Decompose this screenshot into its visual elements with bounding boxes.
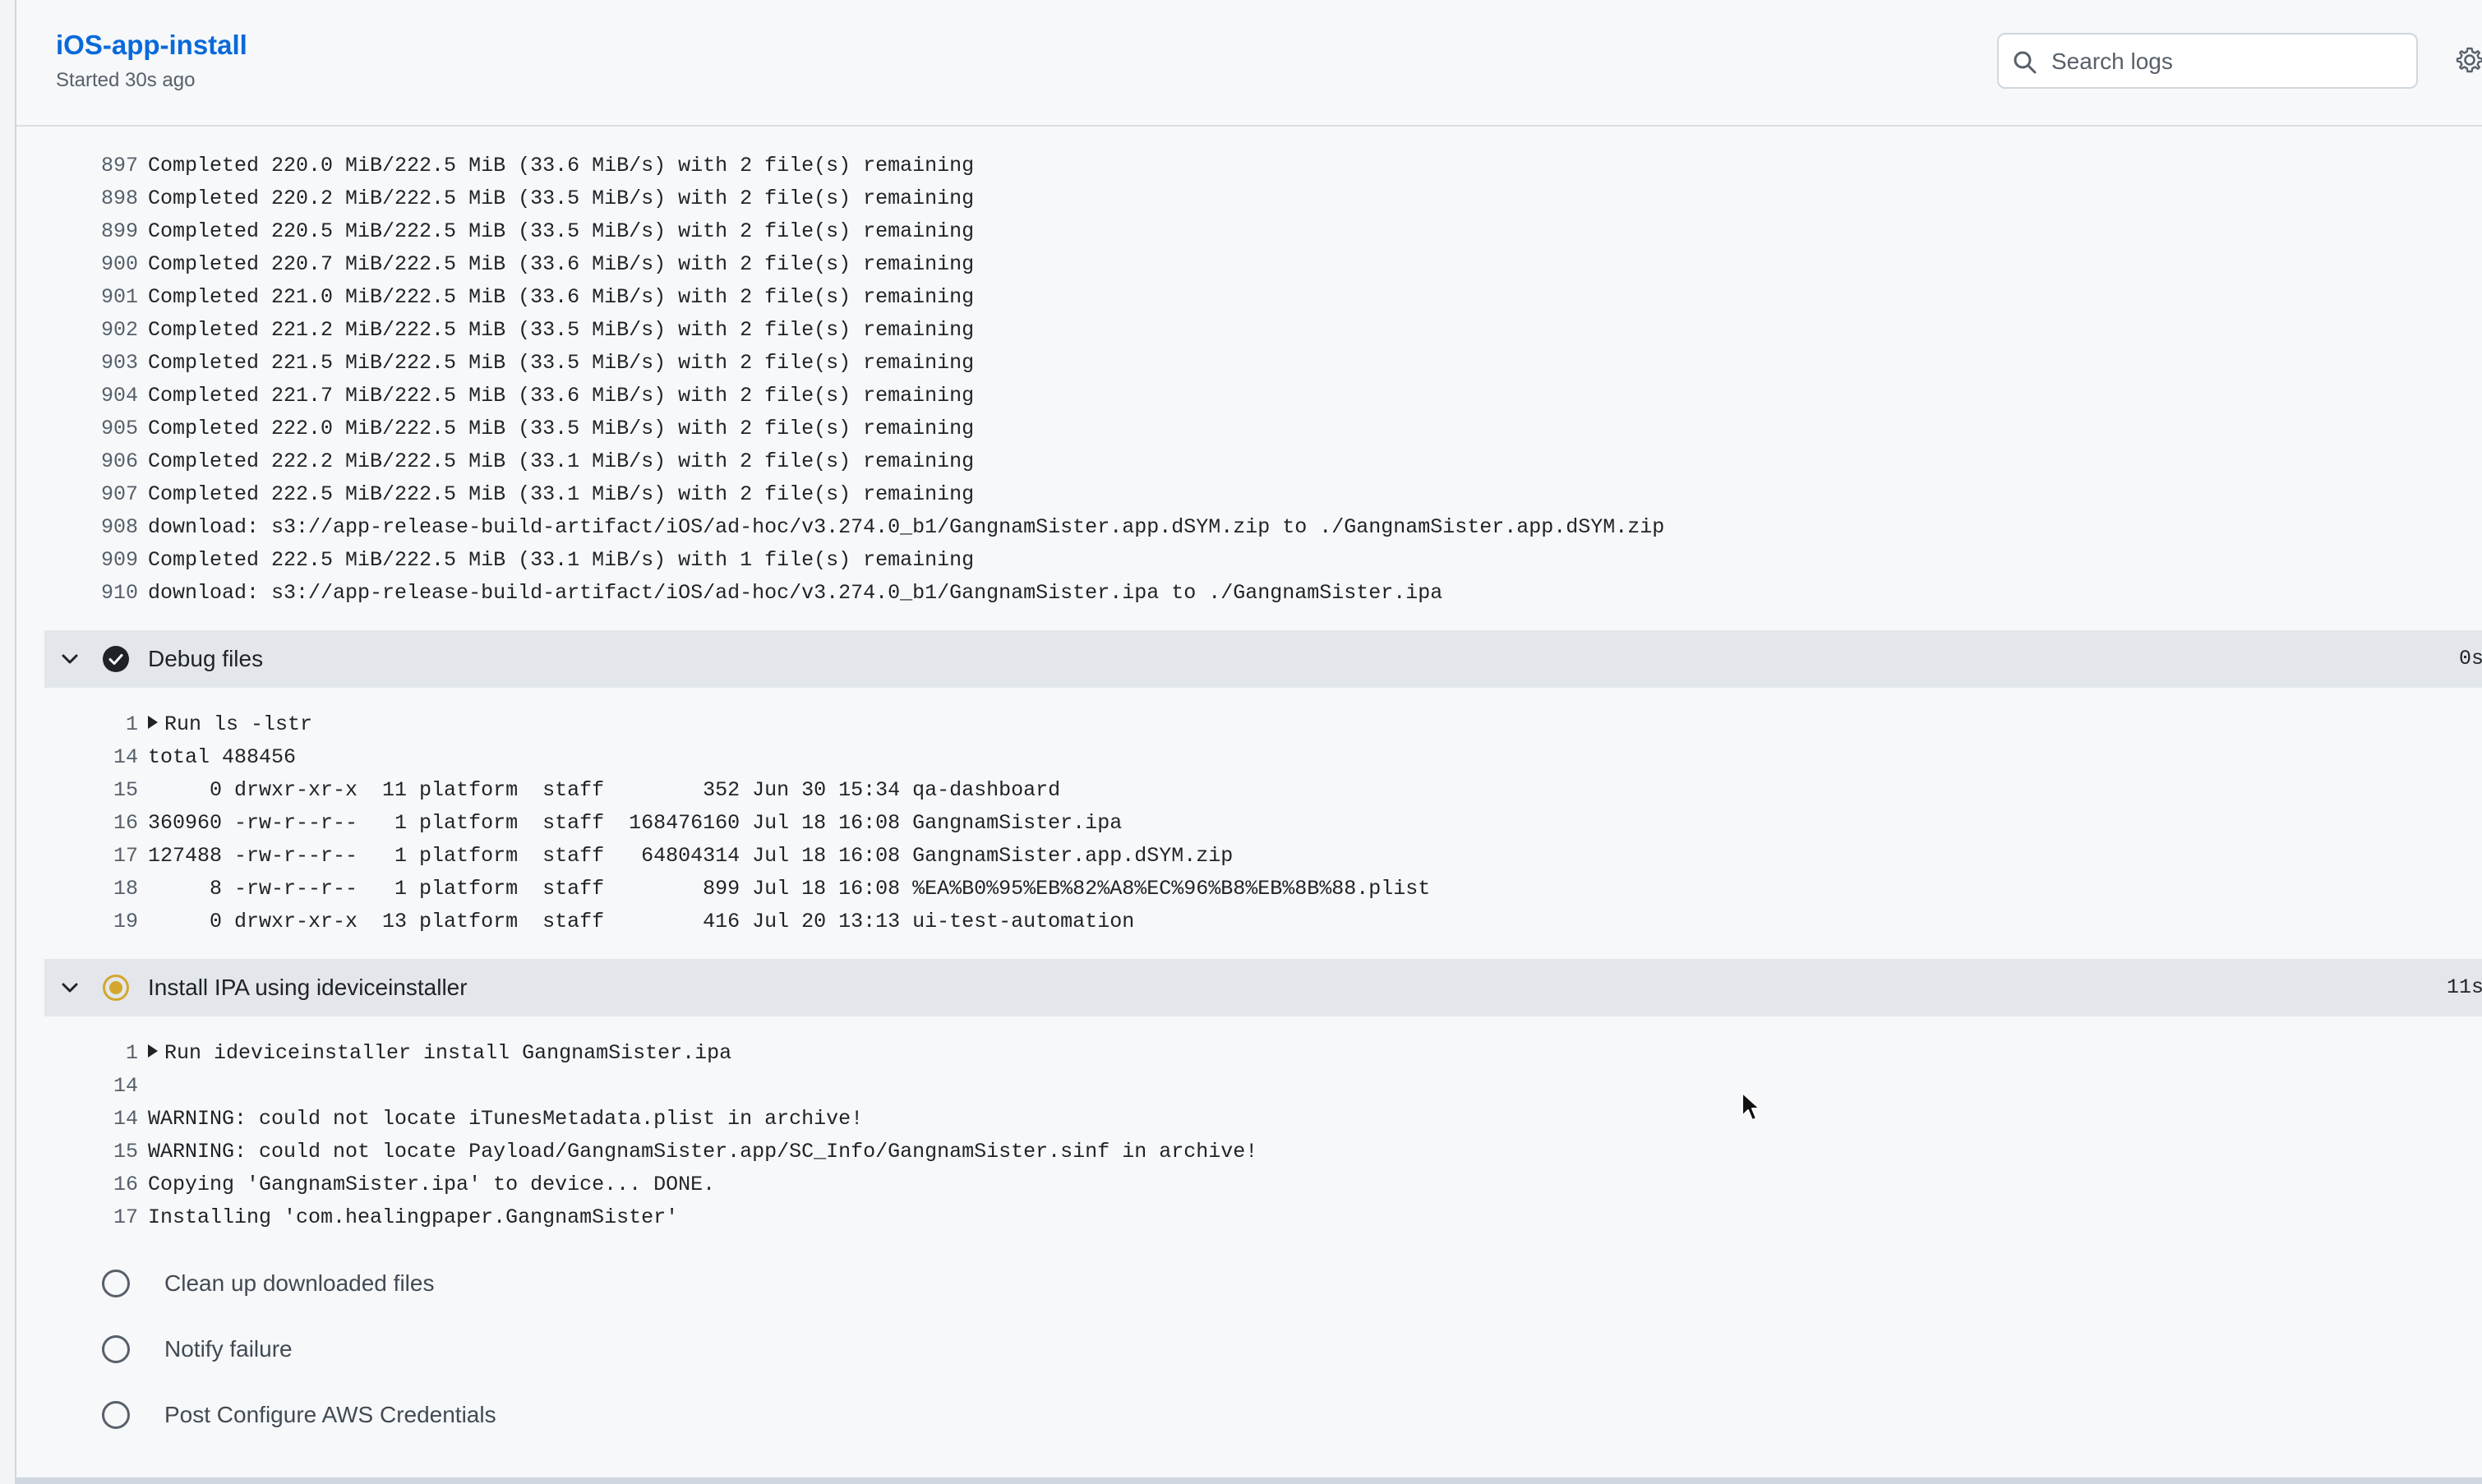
log-line: 16 360960 -rw-r--r-- 1 platform staff 168…	[113, 811, 1123, 835]
step-duration: 0s	[2458, 647, 2482, 671]
log-line: 902 Completed 221.2 MiB/222.5 MiB (33.5 M…	[100, 318, 975, 342]
log-line: 900 Completed 220.7 MiB/222.5 MiB (33.6 M…	[100, 252, 975, 276]
step-duration: 11s	[2446, 975, 2482, 999]
step-install-ipa[interactable]: Install IPA using ideviceinstaller 11s	[44, 959, 2482, 1016]
log-line: 906 Completed 222.2 MiB/222.5 MiB (33.1 M…	[100, 449, 975, 473]
job-title[interactable]: iOS-app-install	[56, 30, 247, 61]
log-line: 901 Completed 221.0 MiB/222.5 MiB (33.6 M…	[100, 285, 975, 309]
log-line: 14 WARNING: could not locate iTunesMetada…	[113, 1107, 864, 1131]
log-line: 15 0 drwxr-xr-x 11 platform staff 352 Ju…	[113, 778, 1061, 802]
search-input[interactable]	[2051, 44, 2405, 79]
step-name: Install IPA using ideviceinstaller	[148, 975, 468, 1000]
step-name: Clean up downloaded files	[164, 1270, 435, 1296]
log-line: 15 WARNING: could not locate Payload/Gang…	[113, 1140, 1258, 1164]
step-name: Debug files	[148, 646, 264, 671]
pending-circle-icon	[102, 1335, 130, 1363]
chevron-down-icon[interactable]	[59, 977, 81, 998]
log-line: 903 Completed 221.5 MiB/222.5 MiB (33.5 M…	[100, 351, 975, 375]
log-line: 14 total 488456	[113, 745, 297, 769]
step-clean-up[interactable]: Clean up downloaded files	[102, 1263, 842, 1304]
pending-circle-icon	[102, 1270, 130, 1297]
search-icon	[2014, 51, 2037, 74]
in-progress-icon	[103, 975, 129, 1001]
log-line: 17 Installing 'com.healingpaper.GangnamSi…	[113, 1205, 679, 1229]
log-line: 17 127488 -rw-r--r-- 1 platform staff 648…	[113, 844, 1234, 868]
search-logs[interactable]	[1997, 33, 2418, 89]
job-started-time: Started 30s ago	[56, 69, 196, 91]
log-panel: iOS-app-install Started 30s ago 897Compl…	[15, 0, 2482, 1484]
step-notify-failure[interactable]: Notify failure	[102, 1329, 842, 1370]
step-name: Notify failure	[164, 1336, 293, 1362]
log-line: 908 download: s3://app-release-build-arti…	[100, 515, 1665, 539]
log-line: 910 download: s3://app-release-build-arti…	[100, 581, 1443, 605]
log-line: 899 Completed 220.5 MiB/222.5 MiB (33.5 M…	[100, 219, 975, 243]
log-line: 897 Completed 220.0 MiB/222.5 MiB (33.6 M…	[100, 154, 975, 177]
log-line: 905 Completed 222.0 MiB/222.5 MiB (33.5 M…	[100, 417, 975, 440]
expand-triangle-icon[interactable]	[148, 716, 158, 729]
gear-icon[interactable]	[2456, 46, 2482, 74]
log-line: 14	[113, 1074, 138, 1098]
step-name: Post Configure AWS Credentials	[164, 1402, 496, 1427]
log-line: 19 0 drwxr-xr-x 13 platform staff 416 Ju…	[113, 910, 1135, 933]
mouse-pointer-icon	[1742, 1092, 1760, 1121]
log-line: 909 Completed 222.5 MiB/222.5 MiB (33.1 M…	[100, 548, 975, 572]
log-line: 18 8 -rw-r--r-- 1 platform staff 899 Jul…	[113, 877, 1431, 901]
pending-circle-icon	[102, 1401, 130, 1429]
step-debug-files[interactable]: Debug files 0s	[44, 630, 2482, 688]
chevron-down-icon[interactable]	[59, 648, 81, 670]
run-line[interactable]: 1 Run ideviceinstaller install GangnamSis…	[16, 1037, 2482, 1070]
step-post-aws-credentials[interactable]: Post Configure AWS Credentials	[102, 1394, 842, 1436]
log-line: 16 Copying 'GangnamSister.ipa' to device.…	[113, 1173, 716, 1196]
expand-triangle-icon[interactable]	[148, 1044, 158, 1058]
run-line[interactable]: 1 Run ls -lstr	[16, 708, 2482, 741]
log-line: 898 Completed 220.2 MiB/222.5 MiB (33.5 M…	[100, 187, 975, 210]
check-circle-icon	[103, 646, 129, 672]
log-line: 907 Completed 222.5 MiB/222.5 MiB (33.1 M…	[100, 482, 975, 506]
log-line: 904 Completed 221.7 MiB/222.5 MiB (33.6 M…	[100, 384, 975, 408]
panel-bottom-border	[15, 1477, 2482, 1484]
job-header: iOS-app-install Started 30s ago	[16, 0, 2482, 127]
